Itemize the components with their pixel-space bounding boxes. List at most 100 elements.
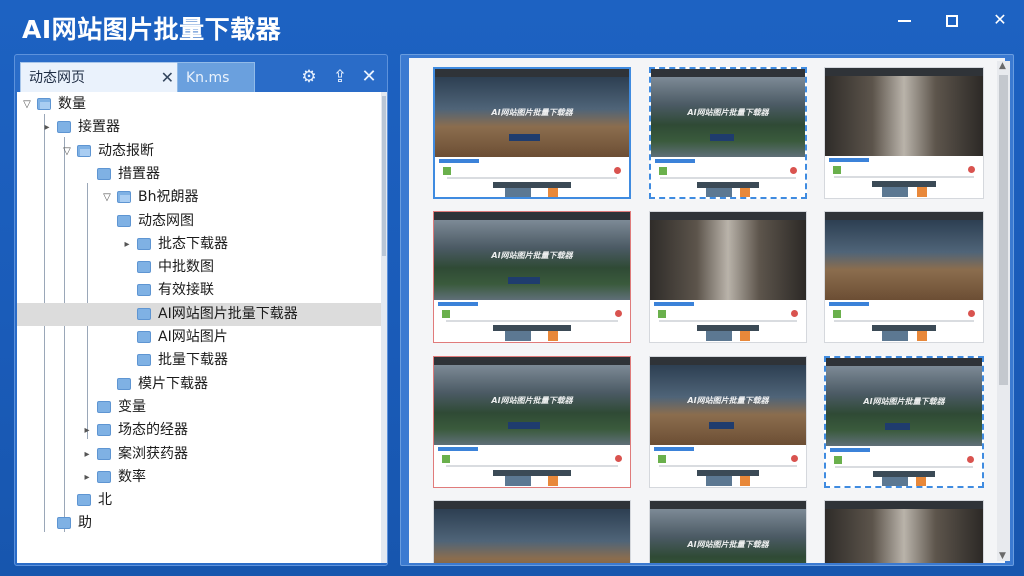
text-line xyxy=(659,465,797,467)
mini-preview xyxy=(706,476,733,486)
remove-icon[interactable] xyxy=(790,167,797,174)
remove-icon[interactable] xyxy=(614,167,621,174)
tree-toggle-icon[interactable]: ▸ xyxy=(81,443,93,466)
folder-icon xyxy=(77,494,91,507)
maximize-button[interactable] xyxy=(932,6,972,34)
preview-panel: AI网站图片批量下载器 AI网站图片批量下载器 AI网站图片批量下载器 AI网站图片批… xyxy=(400,54,1014,566)
thumbnail-card[interactable] xyxy=(824,500,984,563)
thumbnail-image: AI网站图片批量下载器 xyxy=(650,509,806,563)
tree-item[interactable]: 动态网图 xyxy=(17,210,381,233)
tree-item[interactable]: ▸ 案浏获药器 xyxy=(17,443,381,466)
tree-item[interactable]: ▽ Bh祝朗器 xyxy=(17,186,381,209)
minimize-button[interactable] xyxy=(884,6,924,34)
thumbnail-card[interactable]: AI网站图片批量下载器 xyxy=(433,67,631,199)
export-icon[interactable]: ⇪ xyxy=(328,65,352,89)
remove-icon[interactable] xyxy=(615,310,622,317)
thumbnail-card[interactable]: AI网站图片批量下载器 xyxy=(433,211,631,343)
thumbnail-card[interactable]: AI网站图片批量下载器 xyxy=(649,67,807,199)
action-icon[interactable] xyxy=(740,476,751,486)
remove-icon[interactable] xyxy=(967,456,974,463)
action-icon[interactable] xyxy=(916,331,927,341)
tree-item[interactable]: 模片下载器 xyxy=(17,373,381,396)
tree-item[interactable]: 有效接联 xyxy=(17,279,381,302)
tree-item[interactable]: ▸ 数率 xyxy=(17,466,381,489)
remove-icon[interactable] xyxy=(968,310,975,317)
tree-item[interactable]: 中批数图 xyxy=(17,256,381,279)
tab-close-icon[interactable]: ✕ xyxy=(161,63,174,93)
tree-scrollbar[interactable] xyxy=(381,92,387,563)
remove-icon[interactable] xyxy=(615,455,622,462)
action-icon[interactable] xyxy=(547,331,558,341)
tree-item[interactable]: AI网站图片 xyxy=(17,326,381,349)
thumbnail-card[interactable] xyxy=(433,500,631,563)
thumbnail-image: AI网站图片批量下载器 xyxy=(434,220,630,300)
thumbnail-button xyxy=(508,422,540,429)
action-icon[interactable] xyxy=(547,188,558,197)
tree-item[interactable]: 北 xyxy=(17,489,381,512)
remove-icon[interactable] xyxy=(791,310,798,317)
progress-chip xyxy=(438,302,478,306)
scroll-thumb[interactable] xyxy=(999,75,1008,385)
tree-item[interactable]: ▸ 场态的经器 xyxy=(17,419,381,442)
action-icon[interactable] xyxy=(740,331,751,341)
thumbnail-button xyxy=(885,423,911,430)
tab-dynamic-pages[interactable]: 动态网页 ✕ xyxy=(20,62,183,92)
panel-close-icon[interactable]: ✕ xyxy=(357,65,381,89)
gear-icon[interactable]: ⚙ xyxy=(297,65,321,89)
progress-chip xyxy=(654,302,694,306)
tree-item[interactable]: ▽ 动态报断 xyxy=(17,140,381,163)
text-line xyxy=(660,177,796,179)
progress-chip xyxy=(654,447,694,451)
action-icon[interactable] xyxy=(740,188,751,197)
status-ok-icon xyxy=(658,310,666,318)
tree-toggle-icon[interactable]: ▸ xyxy=(41,116,53,139)
tree-item[interactable]: 助 xyxy=(17,512,381,535)
tree-toggle-icon[interactable]: ▽ xyxy=(101,186,113,209)
action-icon[interactable] xyxy=(916,187,927,197)
thumbnail-image: AI网站图片批量下载器 xyxy=(651,77,805,157)
tree-item-label: AI网站图片批量下载器 xyxy=(158,305,298,322)
thumbnail-grid: AI网站图片批量下载器 AI网站图片批量下载器 AI网站图片批量下载器 AI网站图片批… xyxy=(409,58,1005,563)
tree-view[interactable]: ▽ 数量 ▸ 接置器 ▽ 动态报断 措置器 ▽ Bh祝朗器 动态网图 ▸ 批态下载器 中批数图有效接联 A… xyxy=(17,92,381,563)
thumbnail-card[interactable] xyxy=(824,211,984,343)
tab-label: 动态网页 xyxy=(29,70,85,86)
action-icon[interactable] xyxy=(916,477,927,486)
scroll-thumb[interactable] xyxy=(382,96,386,256)
mini-preview xyxy=(504,188,531,197)
tree-item[interactable]: ▸ 批态下载器 xyxy=(17,233,381,256)
tree-item[interactable]: 变量 xyxy=(17,396,381,419)
thumbnail-image: AI网站图片批量下载器 xyxy=(826,366,982,446)
tree-item[interactable]: 批量下载器 xyxy=(17,349,381,372)
thumbnail-card[interactable]: AI网站图片批量下载器 xyxy=(649,500,807,563)
thumbnail-card[interactable]: AI网站图片批量下载器 xyxy=(649,356,807,488)
thumbnail-card[interactable]: AI网站图片批量下载器 xyxy=(824,356,984,488)
status-ok-icon xyxy=(658,455,666,463)
thumbnail-image: AI网站图片批量下载器 xyxy=(435,77,629,157)
thumbnail-card[interactable] xyxy=(824,67,984,199)
thumbnail-card[interactable] xyxy=(649,211,807,343)
thumbnail-caption: AI网站图片批量下载器 xyxy=(687,396,769,405)
tree-toggle-icon[interactable]: ▸ xyxy=(81,419,93,442)
tree-toggle-icon[interactable]: ▽ xyxy=(21,93,33,116)
grid-scrollbar[interactable]: ▲ ▼ xyxy=(997,61,1010,561)
remove-icon[interactable] xyxy=(791,455,798,462)
tree-item[interactable]: ▽ 数量 xyxy=(17,93,381,116)
remove-icon[interactable] xyxy=(968,166,975,173)
tree-item-label: 有效接联 xyxy=(158,282,214,299)
scroll-down-icon[interactable]: ▼ xyxy=(999,551,1006,561)
thumbnail-card[interactable]: AI网站图片批量下载器 xyxy=(433,356,631,488)
thumbnail-header xyxy=(434,501,630,509)
scroll-up-icon[interactable]: ▲ xyxy=(999,61,1006,71)
tree-item[interactable]: ▸ 接置器 xyxy=(17,116,381,139)
folder-icon xyxy=(117,214,131,227)
close-window-button[interactable]: ✕ xyxy=(980,6,1020,34)
tree-item-label: 数量 xyxy=(58,96,86,112)
tree-item[interactable]: 措置器 xyxy=(17,163,381,186)
action-icon[interactable] xyxy=(547,476,558,486)
tree-toggle-icon[interactable]: ▸ xyxy=(81,466,93,489)
tab-knms[interactable]: Kn.ms xyxy=(177,62,255,92)
tree-toggle-icon[interactable]: ▽ xyxy=(61,140,73,163)
tree-toggle-icon[interactable]: ▸ xyxy=(121,233,133,256)
tree-item-label: 助 xyxy=(78,515,92,532)
tree-item[interactable]: AI网站图片批量下载器 xyxy=(17,302,381,326)
